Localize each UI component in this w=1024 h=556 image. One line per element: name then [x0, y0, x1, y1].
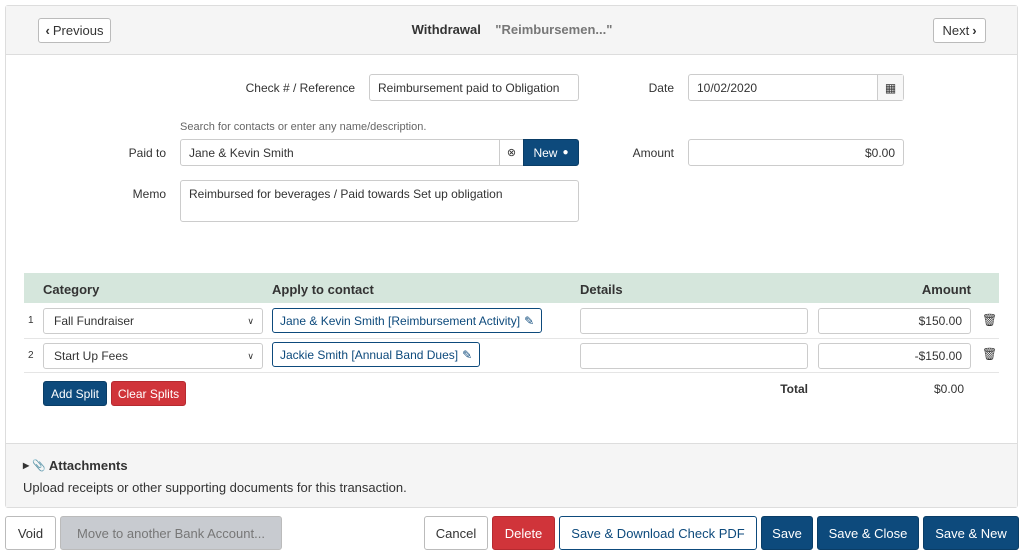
- date-input[interactable]: 10/02/2020 ▦: [688, 74, 904, 101]
- delete-button[interactable]: Delete: [492, 516, 555, 550]
- title-reference: "Reimbursemen...": [495, 22, 613, 37]
- caret-right-icon: ▶: [23, 461, 30, 470]
- cancel-button[interactable]: Cancel: [424, 516, 488, 550]
- category-select[interactable]: Fall Fundraiser ∨: [43, 308, 263, 334]
- header-category: Category: [43, 282, 100, 297]
- amount-input[interactable]: $0.00: [688, 139, 904, 166]
- save-download-pdf-button[interactable]: Save & Download Check PDF: [559, 516, 757, 550]
- paid-to-hint: Search for contacts or enter any name/de…: [180, 121, 427, 133]
- row-number: 2: [28, 350, 34, 361]
- apply-contact-button[interactable]: Jane & Kevin Smith [Reimbursement Activi…: [272, 308, 543, 333]
- amount-label: Amount: [632, 146, 674, 160]
- paid-to-label: Paid to: [128, 146, 166, 160]
- check-reference-input[interactable]: Reimbursement paid to Obligation: [369, 74, 579, 101]
- save-button[interactable]: Save: [761, 516, 813, 550]
- add-split-button[interactable]: Add Split: [43, 381, 107, 406]
- row-number: 1: [28, 315, 34, 326]
- total-label: Total: [780, 382, 808, 396]
- trash-icon[interactable]: 🗑: [982, 347, 997, 361]
- category-select[interactable]: Start Up Fees ∨: [43, 343, 263, 369]
- calendar-icon[interactable]: ▦: [877, 75, 903, 100]
- pencil-icon: ✎: [462, 347, 473, 362]
- clear-splits-button[interactable]: Clear Splits: [111, 381, 186, 406]
- attachments-description: Upload receipts or other supporting docu…: [23, 480, 407, 495]
- void-button[interactable]: Void: [5, 516, 56, 550]
- apply-contact-button[interactable]: Jackie Smith [Annual Band Dues] ✎: [272, 342, 481, 367]
- chevron-right-icon: ›: [972, 23, 977, 38]
- user-icon: ●: [562, 147, 569, 158]
- attachments-toggle[interactable]: ▶ 📎 Attachments: [23, 458, 128, 473]
- save-new-button[interactable]: Save & New: [923, 516, 1019, 550]
- split-amount-input[interactable]: $150.00: [818, 308, 971, 334]
- details-input[interactable]: [580, 308, 808, 334]
- new-contact-button[interactable]: New ●: [523, 139, 579, 166]
- chevron-down-icon: ∨: [247, 350, 254, 361]
- row-divider: [24, 338, 999, 339]
- date-label: Date: [648, 81, 674, 95]
- paperclip-icon: 📎: [32, 460, 46, 472]
- trash-icon[interactable]: 🗑: [982, 313, 997, 327]
- header-details: Details: [580, 282, 623, 297]
- paid-to-input[interactable]: Jane & Kevin Smith: [180, 139, 500, 166]
- title-type: Withdrawal: [411, 22, 481, 37]
- move-account-button[interactable]: Move to another Bank Account...: [60, 516, 282, 550]
- chevron-down-icon: ∨: [247, 315, 254, 326]
- save-close-button[interactable]: Save & Close: [817, 516, 919, 550]
- details-input[interactable]: [580, 343, 808, 369]
- memo-label: Memo: [132, 187, 166, 201]
- splits-table-header: [24, 273, 999, 303]
- split-amount-input[interactable]: -$150.00: [818, 343, 971, 369]
- header-contact: Apply to contact: [272, 282, 374, 297]
- memo-textarea[interactable]: Reimbursed for beverages / Paid towards …: [180, 180, 579, 222]
- header-amount: Amount: [921, 282, 971, 297]
- page-title: Withdrawal "Reimbursemen...": [0, 22, 1024, 37]
- pencil-icon: ✎: [524, 313, 535, 328]
- attachments-section: [6, 443, 1017, 507]
- total-value: $0.00: [933, 382, 964, 396]
- next-button[interactable]: Next ›: [933, 18, 986, 43]
- row-divider: [24, 372, 999, 373]
- check-label: Check # / Reference: [245, 81, 355, 95]
- clear-contact-icon[interactable]: ⊗: [500, 139, 524, 166]
